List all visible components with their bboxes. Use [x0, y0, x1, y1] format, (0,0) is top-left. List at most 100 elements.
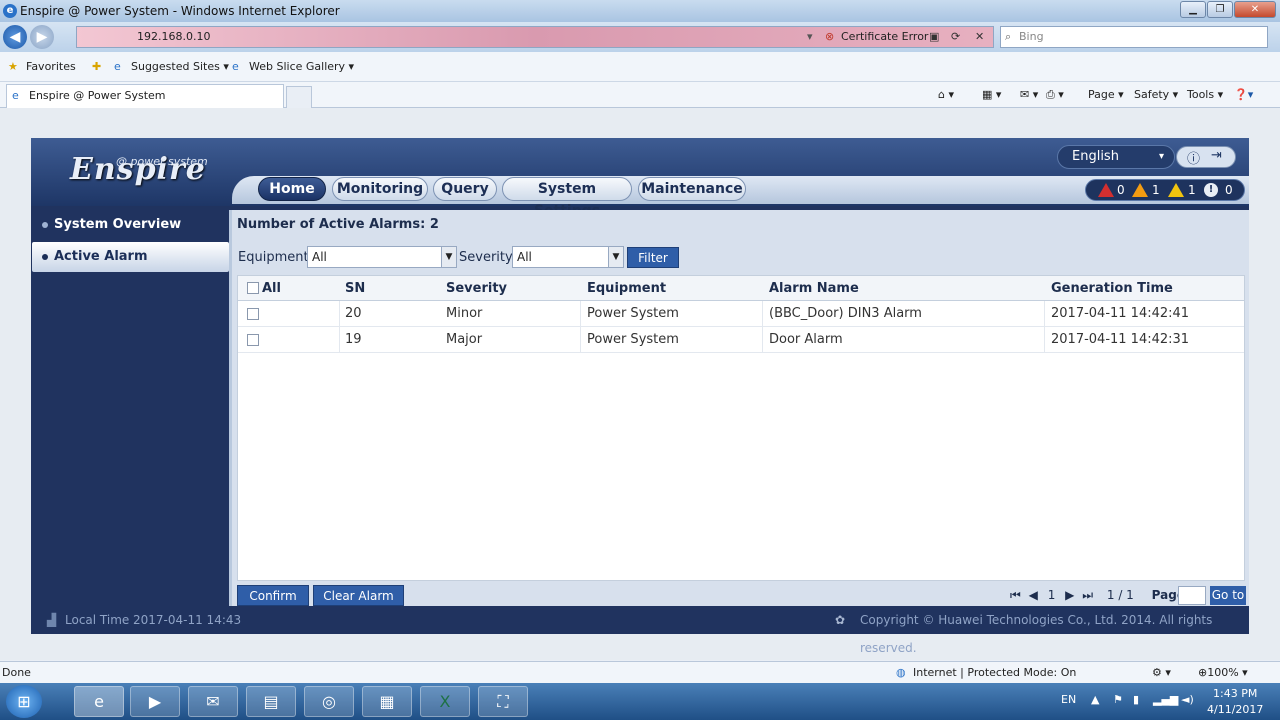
web-slice-gallery-link[interactable]: Web Slice Gallery ▾ [249, 52, 354, 82]
severity-select[interactable]: All ▼ [512, 246, 624, 268]
ie-page-icon: e [12, 89, 19, 102]
last-page-icon[interactable]: ⏭ [1082, 588, 1093, 602]
tray-expand-icon[interactable]: ▲ [1091, 693, 1099, 706]
forward-button[interactable]: ▶ [30, 25, 54, 49]
tab-query[interactable]: Query [433, 177, 497, 201]
copyright-text: Copyright © Huawei Technologies Co., Ltd… [860, 613, 1213, 655]
certificate-error-link[interactable]: Certificate Error [841, 27, 928, 47]
goto-button[interactable]: Go to [1210, 586, 1246, 605]
current-page[interactable]: 1 [1048, 588, 1056, 602]
row-checkbox[interactable] [247, 308, 259, 320]
chevron-down-icon: ▾ [1158, 151, 1164, 162]
sidebar-item-label: System Overview [54, 217, 182, 232]
ie-taskbar-icon[interactable]: e [74, 686, 124, 717]
protected-mode-icon[interactable]: ⚙ ▾ [1152, 662, 1171, 684]
clock-time[interactable]: 1:43 PM [1213, 687, 1257, 700]
maximize-icon[interactable]: ❐ [1207, 1, 1233, 18]
pager: ⏮ ◀ 1 ▶ ⏭ 1 / 1 Page [1010, 586, 1185, 604]
volume-icon[interactable]: ◄) [1181, 693, 1194, 706]
stop-icon[interactable]: ✕ [975, 27, 984, 47]
local-time-label: Local Time [65, 613, 130, 627]
table-row[interactable]: 20 Minor Power System (BBC_Door) DIN3 Al… [238, 301, 1244, 327]
cell-severity: Minor [446, 306, 483, 321]
help-icon[interactable]: ❓▾ [1234, 86, 1253, 104]
search-placeholder: Bing [1019, 30, 1044, 43]
sidebar-item-active-alarm[interactable]: Active Alarm [32, 242, 229, 272]
suggested-sites-link[interactable]: Suggested Sites ▾ [131, 52, 229, 82]
action-center-icon[interactable]: ⚑ [1113, 693, 1123, 706]
explorer-folder-icon[interactable]: ▤ [246, 686, 296, 717]
logout-icon[interactable]: ⇥ [1211, 148, 1222, 163]
clear-alarm-button[interactable]: Clear Alarm [313, 585, 404, 606]
feeds-icon[interactable]: ▦ ▾ [982, 86, 1001, 104]
language-indicator[interactable]: EN [1061, 693, 1076, 706]
windows-taskbar: ⊞ e ▶ ✉ ▤ ◎ ▦ X ⛶ EN ▲ ⚑ ▮ ▂▄▆ ◄) 1:43 P… [0, 683, 1280, 720]
header-alarm-name[interactable]: Alarm Name [769, 276, 859, 301]
back-button[interactable]: ◀ [3, 25, 27, 49]
excel-icon[interactable]: X [420, 686, 470, 717]
search-input[interactable]: ⌕ Bing [1000, 26, 1268, 48]
media-player-icon[interactable]: ▶ [130, 686, 180, 717]
huawei-logo-icon: ✿ [835, 613, 846, 627]
info-icon[interactable]: ⓘ [1187, 148, 1200, 167]
app-footer: ▟ Local Time 2017-04-11 14:43 ✿ Copyrigh… [31, 606, 1249, 655]
start-button[interactable]: ⊞ [6, 685, 42, 718]
header-severity[interactable]: Severity [446, 276, 507, 301]
tools-menu[interactable]: Tools ▾ [1187, 86, 1223, 104]
language-select[interactable]: English ▾ [1057, 145, 1175, 169]
tab-maintenance[interactable]: Maintenance [638, 177, 746, 201]
add-favorite-icon[interactable]: ✚ [92, 52, 101, 82]
table-row[interactable]: 19 Major Power System Door Alarm 2017-04… [238, 327, 1244, 353]
sidebar-item-system-overview[interactable]: System Overview [32, 210, 229, 240]
close-button[interactable]: ✕ [1234, 1, 1276, 18]
minimize-button[interactable]: ▁ [1180, 1, 1206, 18]
header-generation-time[interactable]: Generation Time [1051, 276, 1173, 301]
outlook-icon[interactable]: ✉ [188, 686, 238, 717]
chrome-icon[interactable]: ◎ [304, 686, 354, 717]
address-input[interactable]: 192.168.0.10 ▾ ⊗ Certificate Error ▣ ⟳ ✕ [76, 26, 994, 48]
page-number-input[interactable] [1178, 586, 1206, 605]
zone-text[interactable]: Internet | Protected Mode: On [913, 662, 1076, 684]
home-icon[interactable]: ⌂ ▾ [938, 86, 954, 104]
header-equipment[interactable]: Equipment [587, 276, 666, 301]
select-all-checkbox[interactable] [247, 282, 259, 294]
dropdown-chevron-icon[interactable]: ▾ [807, 27, 813, 47]
alarm-summary[interactable]: 0 1 1 ! 0 [1085, 179, 1245, 201]
logo-subtitle: @ power system [116, 155, 208, 168]
first-page-icon[interactable]: ⏮ [1010, 588, 1021, 602]
major-count: 1 [1152, 183, 1160, 197]
tab-monitoring[interactable]: Monitoring [332, 177, 428, 201]
tab-enspire[interactable]: e Enspire @ Power System [6, 84, 284, 108]
row-checkbox[interactable] [247, 334, 259, 346]
address-bar-row: ◀ ▶ 192.168.0.10 ▾ ⊗ Certificate Error ▣… [0, 22, 1280, 52]
compat-view-icon[interactable]: ▣ [929, 27, 939, 47]
mail-icon[interactable]: ✉ ▾ [1020, 86, 1038, 104]
tab-system-settings[interactable]: System Settings [502, 177, 632, 219]
tab-home[interactable]: Home [258, 177, 326, 201]
confirm-button[interactable]: Confirm [237, 585, 309, 606]
cell-equipment: Power System [587, 332, 679, 347]
safety-menu[interactable]: Safety ▾ [1134, 86, 1178, 104]
header-sn[interactable]: SN [345, 276, 365, 301]
new-tab-button[interactable] [286, 86, 312, 108]
cell-sn: 20 [345, 306, 362, 321]
equipment-select[interactable]: All ▼ [307, 246, 457, 268]
zoom-level[interactable]: ⊕100% ▾ [1198, 662, 1248, 684]
power-icon[interactable]: ▮ [1133, 693, 1139, 706]
window-title-bar: e Enspire @ Power System - Windows Inter… [0, 0, 1280, 22]
refresh-icon[interactable]: ⟳ [951, 27, 960, 47]
print-icon[interactable]: ⎙ ▾ [1046, 86, 1064, 104]
favorites-button[interactable]: Favorites [26, 52, 76, 82]
prev-page-icon[interactable]: ◀ [1029, 588, 1038, 602]
minor-alarm-icon [1168, 183, 1184, 197]
filter-button[interactable]: Filter [627, 247, 679, 268]
ie-logo-icon: e [3, 4, 17, 18]
network-icon[interactable]: ▂▄▆ [1153, 693, 1178, 706]
next-page-icon[interactable]: ▶ [1065, 588, 1074, 602]
network-app-icon[interactable]: ▦ [362, 686, 412, 717]
star-icon: ★ [8, 60, 18, 73]
severity-label: Severity [459, 250, 513, 265]
clock-date[interactable]: 4/11/2017 [1207, 703, 1263, 716]
snipping-tool-icon[interactable]: ⛶ [478, 686, 528, 717]
page-menu[interactable]: Page ▾ [1088, 86, 1124, 104]
